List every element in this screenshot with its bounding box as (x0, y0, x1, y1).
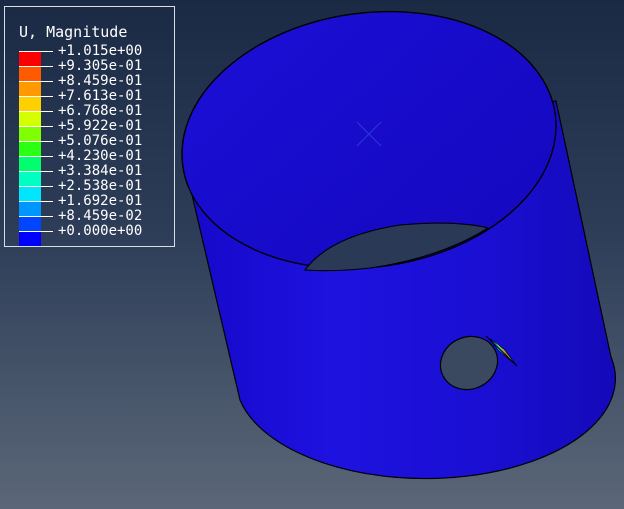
legend-label: +3.384e-01 (58, 163, 143, 179)
legend-tick (41, 186, 53, 187)
legend-tick (41, 156, 53, 157)
legend-tick (41, 171, 53, 172)
legend-swatch (19, 111, 41, 126)
legend-swatch (19, 156, 41, 171)
legend-swatch (19, 81, 41, 96)
legend-swatch (19, 141, 41, 156)
legend-label: +8.459e-01 (58, 73, 143, 89)
legend-tick (41, 96, 53, 97)
legend-label: +1.692e-01 (58, 193, 143, 209)
legend-label: +1.015e+00 (58, 43, 143, 59)
legend-tick (41, 231, 53, 232)
legend-label: +4.230e-01 (58, 148, 143, 164)
legend-label: +5.076e-01 (58, 133, 143, 149)
legend-label: +5.922e-01 (58, 118, 143, 134)
legend-entry: +0.000e+00 (19, 223, 179, 246)
legend-swatch (19, 51, 41, 66)
legend-swatch (19, 186, 41, 201)
legend-swatch (19, 201, 41, 216)
legend-title: U, Magnitude (19, 23, 128, 41)
legend-label: +9.305e-01 (58, 58, 143, 74)
legend-label: +6.768e-01 (58, 103, 143, 119)
legend-swatch (19, 171, 41, 186)
legend-label: +7.613e-01 (58, 88, 143, 104)
legend-tick (41, 51, 53, 52)
legend-swatch (19, 126, 41, 141)
legend-tick (41, 126, 53, 127)
legend-tick (41, 81, 53, 82)
legend-tick (41, 201, 53, 202)
legend-swatch (19, 216, 41, 231)
legend-label: +8.459e-02 (58, 208, 143, 224)
legend-swatch (19, 96, 41, 111)
legend-tick (41, 66, 53, 67)
legend-swatch (19, 231, 41, 246)
legend-tick (41, 111, 53, 112)
contour-legend: U, Magnitude +1.015e+00 +9.305e-01 +8.459e… (4, 6, 175, 247)
legend-label: +2.538e-01 (58, 178, 143, 194)
legend-swatch (19, 66, 41, 81)
legend-tick (41, 141, 53, 142)
legend-tick (41, 216, 53, 217)
legend-label: +0.000e+00 (58, 223, 143, 239)
